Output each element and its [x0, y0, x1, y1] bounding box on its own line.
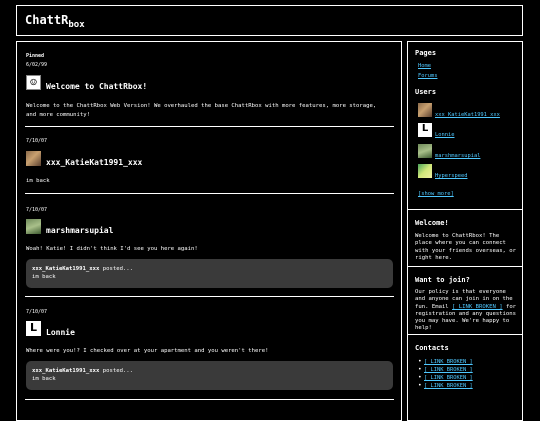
contact-link[interactable]: [ LINK BROKEN ]: [424, 359, 473, 365]
post-body: im back: [26, 178, 50, 184]
post-divider: [25, 193, 394, 194]
reply-text: im back: [32, 274, 56, 280]
lonnie-avatar: L: [418, 123, 432, 137]
post-date: 7/10/07: [26, 309, 48, 315]
katie-avatar: [26, 151, 41, 166]
pages-heading: Pages: [415, 49, 437, 57]
join-email-link[interactable]: [ LINK BROKEN ]: [452, 304, 503, 310]
sidebar-divider: [408, 266, 522, 267]
site-header: ChattRbox: [16, 5, 523, 36]
quoted-reply: xxx_KatieKat1991_xxx posted... im back: [26, 259, 393, 288]
post-body: Welcome to the ChattRbox Web Version! We…: [26, 103, 377, 118]
quoted-reply: xxx_KatieKat1991_xxx posted... im back: [26, 361, 393, 390]
reply-suffix: posted...: [99, 368, 134, 374]
reply-suffix: posted...: [99, 266, 134, 272]
post-divider: [25, 296, 394, 297]
post-divider: [25, 399, 394, 400]
bullet: •: [418, 366, 422, 373]
contact-link[interactable]: [ LINK BROKEN ]: [424, 375, 473, 381]
logo-main-text: ChattR: [25, 13, 69, 27]
site-logo[interactable]: ChattRbox: [25, 13, 85, 30]
post-feed[interactable]: Pinned 6/02/99 ☺ Welcome to ChattRbox! W…: [16, 41, 402, 421]
post-body: Woah! Katie! I didn't think I'd see you …: [26, 246, 198, 252]
katie-avatar: [418, 103, 432, 117]
logo-sub-text: box: [68, 20, 85, 30]
reply-author[interactable]: xxx_KatieKat1991_xxx: [32, 266, 99, 272]
contact-link[interactable]: [ LINK BROKEN ]: [424, 383, 473, 389]
post-author[interactable]: marshmarsupial: [46, 226, 113, 235]
bullet: •: [418, 374, 422, 381]
post-author[interactable]: xxx_KatieKat1991_xxx: [46, 158, 142, 167]
marsh-avatar: [26, 219, 41, 234]
user-link[interactable]: Hyperspeed: [435, 173, 467, 179]
contacts-heading: Contacts: [415, 344, 449, 352]
join-text: Our policy is that everyone and anyone c…: [415, 289, 519, 333]
post-author[interactable]: Lonnie: [46, 328, 75, 337]
user-link[interactable]: Lonnie: [435, 132, 454, 138]
hyperspeed-avatar: [418, 164, 432, 178]
sidebar-divider: [408, 209, 522, 210]
show-more-users-link[interactable]: [show more]: [418, 191, 454, 197]
reply-author[interactable]: xxx_KatieKat1991_xxx: [32, 368, 99, 374]
smiley-icon: ☺: [26, 75, 41, 90]
contact-link[interactable]: [ LINK BROKEN ]: [424, 367, 473, 373]
bullet: •: [418, 382, 422, 389]
user-link[interactable]: marshmarsupial: [435, 153, 480, 159]
post-author[interactable]: Welcome to ChattRbox!: [46, 82, 147, 91]
post-divider: [25, 126, 394, 127]
sidebar-divider: [408, 334, 522, 335]
sidebar: Pages Home Forums Users xxx_KatieKat1991…: [407, 41, 523, 421]
post-date: 7/10/07: [26, 138, 48, 144]
nav-link-forums[interactable]: Forums: [418, 73, 437, 79]
join-heading: Want to join?: [415, 276, 470, 284]
users-heading: Users: [415, 88, 437, 96]
user-link[interactable]: xxx_KatieKat1991_xxx: [435, 112, 500, 118]
reply-text: im back: [32, 376, 56, 382]
post-date: 6/02/99: [26, 62, 48, 68]
bullet: •: [418, 358, 422, 365]
welcome-heading: Welcome!: [415, 219, 449, 227]
pinned-label: Pinned: [26, 53, 45, 59]
marsh-avatar: [418, 144, 432, 158]
welcome-text: Welcome to ChattRbox! The place where yo…: [415, 233, 517, 261]
nav-link-home[interactable]: Home: [418, 63, 431, 69]
lonnie-avatar: L: [26, 321, 41, 336]
post-date: 7/10/07: [26, 207, 48, 213]
post-body: Where were you!? I checked over at your …: [26, 348, 269, 354]
